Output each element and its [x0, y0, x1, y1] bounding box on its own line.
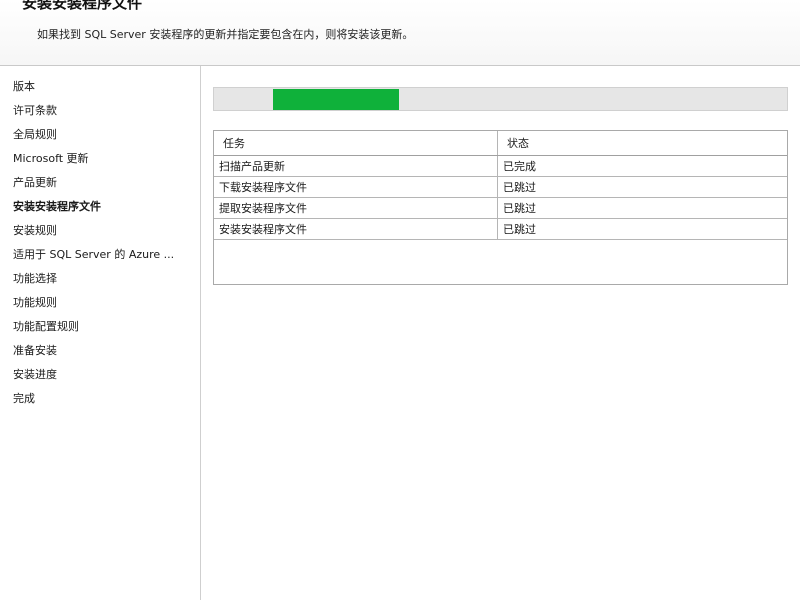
- sidebar-item-4[interactable]: 产品更新: [13, 173, 174, 197]
- task-status-cell: 已完成: [497, 155, 787, 177]
- column-header-task[interactable]: 任务: [214, 131, 498, 156]
- main-panel: 任务 状态 扫描产品更新 已完成 下载安装程序文件 已跳过 提取安装程序文件 已跳过 安装安…: [201, 66, 800, 600]
- task-table-container: 任务 状态 扫描产品更新 已完成 下载安装程序文件 已跳过 提取安装程序文件 已跳过 安装安…: [213, 130, 788, 285]
- sidebar-item-2[interactable]: 全局规则: [13, 125, 174, 149]
- wizard-step-list: 版本 许可条款 全局规则 Microsoft 更新 产品更新 安装安装程序文件 安装规则 适用…: [13, 77, 174, 413]
- sidebar-item-6[interactable]: 安装规则: [13, 221, 174, 245]
- sidebar-item-12[interactable]: 安装进度: [13, 365, 174, 389]
- sidebar-item-1[interactable]: 许可条款: [13, 101, 174, 125]
- sidebar-item-7[interactable]: 适用于 SQL Server 的 Azure ...: [13, 245, 174, 269]
- page-subtitle: 如果找到 SQL Server 安装程序的更新并指定要包含在内，则将安装该更新。: [37, 28, 414, 41]
- sidebar-item-3[interactable]: Microsoft 更新: [13, 149, 174, 173]
- table-row[interactable]: 安装安装程序文件 已跳过: [214, 218, 787, 240]
- task-name-cell: 扫描产品更新: [214, 155, 498, 177]
- progress-bar-fill: [273, 89, 399, 110]
- task-status-cell: 已跳过: [497, 176, 787, 198]
- sidebar-item-11[interactable]: 准备安装: [13, 341, 174, 365]
- table-row[interactable]: 下载安装程序文件 已跳过: [214, 176, 787, 198]
- sidebar-item-8[interactable]: 功能选择: [13, 269, 174, 293]
- task-table-header-row: 任务 状态: [214, 131, 787, 156]
- column-header-status[interactable]: 状态: [497, 131, 787, 156]
- sidebar-item-0[interactable]: 版本: [13, 77, 174, 101]
- task-name-cell: 安装安装程序文件: [214, 218, 498, 240]
- sidebar-item-9[interactable]: 功能规则: [13, 293, 174, 317]
- sidebar-item-5[interactable]: 安装安装程序文件: [13, 197, 174, 221]
- task-table-body: 扫描产品更新 已完成 下载安装程序文件 已跳过 提取安装程序文件 已跳过 安装安装程序文件已…: [214, 155, 787, 240]
- sidebar-item-10[interactable]: 功能配置规则: [13, 317, 174, 341]
- task-name-cell: 下载安装程序文件: [214, 176, 498, 198]
- task-table: 任务 状态 扫描产品更新 已完成 下载安装程序文件 已跳过 提取安装程序文件 已跳过 安装安…: [214, 131, 787, 240]
- sidebar-item-13[interactable]: 完成: [13, 389, 174, 413]
- table-row[interactable]: 扫描产品更新 已完成: [214, 155, 787, 177]
- task-status-cell: 已跳过: [497, 197, 787, 219]
- page-header: 安装安装程序文件 如果找到 SQL Server 安装程序的更新并指定要包含在内…: [0, 0, 800, 66]
- wizard-step-sidebar: 版本 许可条款 全局规则 Microsoft 更新 产品更新 安装安装程序文件 安装规则 适用…: [0, 66, 201, 600]
- task-status-cell: 已跳过: [497, 218, 787, 240]
- task-name-cell: 提取安装程序文件: [214, 197, 498, 219]
- table-row[interactable]: 提取安装程序文件 已跳过: [214, 197, 787, 219]
- page-title: 安装安装程序文件: [22, 0, 143, 12]
- progress-bar: [213, 87, 788, 111]
